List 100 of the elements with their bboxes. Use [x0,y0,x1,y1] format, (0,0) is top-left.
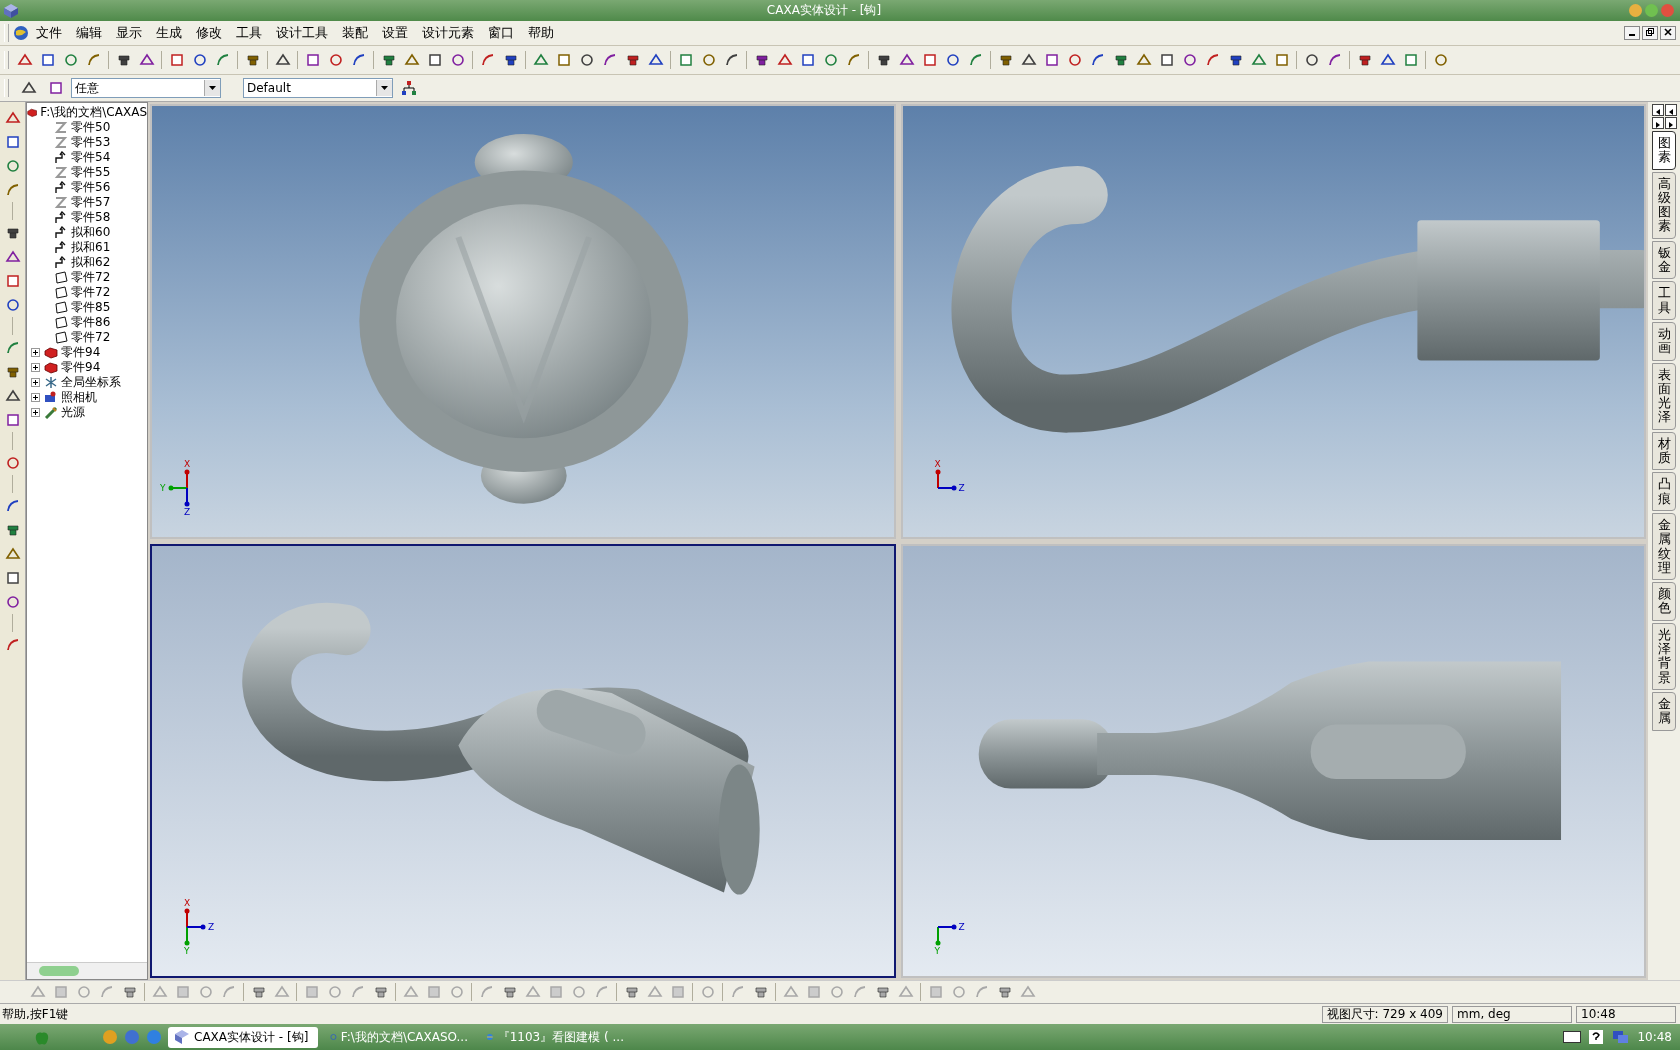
menu-item[interactable]: 窗口 [481,22,521,44]
tree-item[interactable]: 零件55 [71,164,111,181]
tab-scroll-button[interactable] [1664,117,1677,129]
tool-icon [874,984,891,1000]
expand-toggle[interactable] [31,348,40,357]
tree-item[interactable]: 零件72 [71,284,111,301]
help-icon[interactable] [1589,1030,1604,1044]
design-tab[interactable]: 图素 [1652,131,1676,170]
tab-scroll-button[interactable] [1651,117,1664,129]
taskbar-button[interactable]: CAXA实体设计 - [钩] [168,1026,318,1048]
viewport[interactable]: Y Z [900,543,1646,978]
tool-icon [449,52,466,68]
menu-item[interactable]: 修改 [189,22,229,44]
menu-item[interactable]: 工具 [229,22,269,44]
tool-icon [752,984,769,1000]
tree-item[interactable]: 零件94 [61,344,101,361]
tool-icon [197,984,214,1000]
tool-icon [168,52,185,68]
minimize-button[interactable] [1624,26,1640,40]
clock: 10:48 [1637,1030,1672,1044]
menu-item[interactable]: 设计元素 [415,22,481,44]
viewport[interactable]: X Z [900,104,1646,539]
tool-icon [805,984,822,1000]
tree-item[interactable]: 零件50 [71,119,111,136]
tool-icon [479,52,496,68]
tool-icon [578,52,595,68]
tool-icon [250,984,267,1000]
style-dropdown[interactable]: Default [243,78,393,98]
tree-item[interactable]: 零件54 [71,149,111,166]
expand-toggle[interactable] [31,363,40,372]
tree-item[interactable]: 零件58 [71,209,111,226]
axis-label: X [934,459,941,469]
design-tab[interactable]: 工具 [1652,281,1676,320]
tool-icon [4,545,21,562]
tree-item[interactable]: 光源 [61,404,85,421]
keyboard-icon[interactable] [1563,1031,1582,1043]
tree-item[interactable]: 拟和62 [71,254,111,271]
menu-item[interactable]: 帮助 [521,22,561,44]
tree-item[interactable]: 零件72 [71,329,111,346]
expand-toggle[interactable] [31,378,40,387]
tree-item[interactable]: 零件56 [71,179,111,196]
cube-icon [174,1029,190,1045]
viewport[interactable]: X Y Z [150,543,896,978]
tool-icon [921,52,938,68]
design-tab[interactable]: 光泽背景 [1652,622,1676,690]
axis-triad-icon [184,908,206,946]
tab-scroll-button[interactable] [1651,104,1664,116]
expand-toggle[interactable] [31,408,40,417]
tree-root[interactable]: F:\我的文档\CAXAS [40,104,147,121]
design-tab[interactable]: 金属 [1652,691,1676,731]
design-tab[interactable]: 金属纹理 [1652,512,1676,581]
tree-item[interactable]: 零件86 [71,314,111,331]
menu-item[interactable]: 设置 [375,22,415,44]
filter-dropdown[interactable]: 任意 [71,78,221,98]
menu-item[interactable]: 编辑 [69,22,109,44]
tool-icon [20,80,37,96]
restore-button[interactable] [1642,26,1658,40]
design-tab[interactable]: 动画 [1652,321,1676,361]
tool-icon [624,52,641,68]
sketch-icon [54,121,68,134]
tool-icon [402,984,419,1000]
tree-item[interactable]: 全局坐标系 [61,374,121,391]
tool-icon [799,52,816,68]
tool-icon [532,52,549,68]
tool-icon [85,52,102,68]
tool-icon [524,984,541,1000]
tool-icon [350,52,367,68]
tool-icon [851,984,868,1000]
menu-item[interactable]: 文件 [29,22,69,44]
tree-item[interactable]: 拟和61 [71,239,111,256]
tree-item[interactable]: 零件57 [71,194,111,211]
menu-item[interactable]: 显示 [109,22,149,44]
tool-icon [4,248,21,265]
tree-item[interactable]: 照相机 [61,389,97,406]
tree-item[interactable]: 零件94 [61,359,101,376]
menu-item[interactable]: 设计工具 [269,22,335,44]
tree-item[interactable]: 拟和60 [71,224,111,241]
close-button[interactable] [1660,26,1676,40]
plus-icon [33,365,38,370]
design-tab[interactable]: 颜色 [1652,582,1676,621]
tree-item[interactable]: 零件53 [71,134,111,151]
tree-item[interactable]: 零件72 [71,269,111,286]
tree-item[interactable]: 零件85 [71,299,111,316]
tool-icon [547,984,564,1000]
curve-icon [54,256,68,269]
design-tab[interactable]: 材质 [1652,431,1676,471]
viewport[interactable]: X Y Z [150,104,896,539]
expand-toggle[interactable] [31,393,40,402]
design-tab[interactable]: 钣金 [1652,240,1676,280]
tab-scroll-button[interactable] [1664,104,1677,116]
tool-icon [1303,52,1320,68]
tool-icon [426,52,443,68]
tool-icon [47,80,64,96]
horizontal-scrollbar[interactable] [27,962,147,979]
design-tab[interactable]: 表面光泽 [1652,362,1676,430]
tool-icon [776,52,793,68]
menu-item[interactable]: 装配 [335,22,375,44]
design-tab[interactable]: 高级图素 [1652,171,1676,239]
design-tab[interactable]: 凸痕 [1652,472,1676,511]
menu-item[interactable]: 生成 [149,22,189,44]
